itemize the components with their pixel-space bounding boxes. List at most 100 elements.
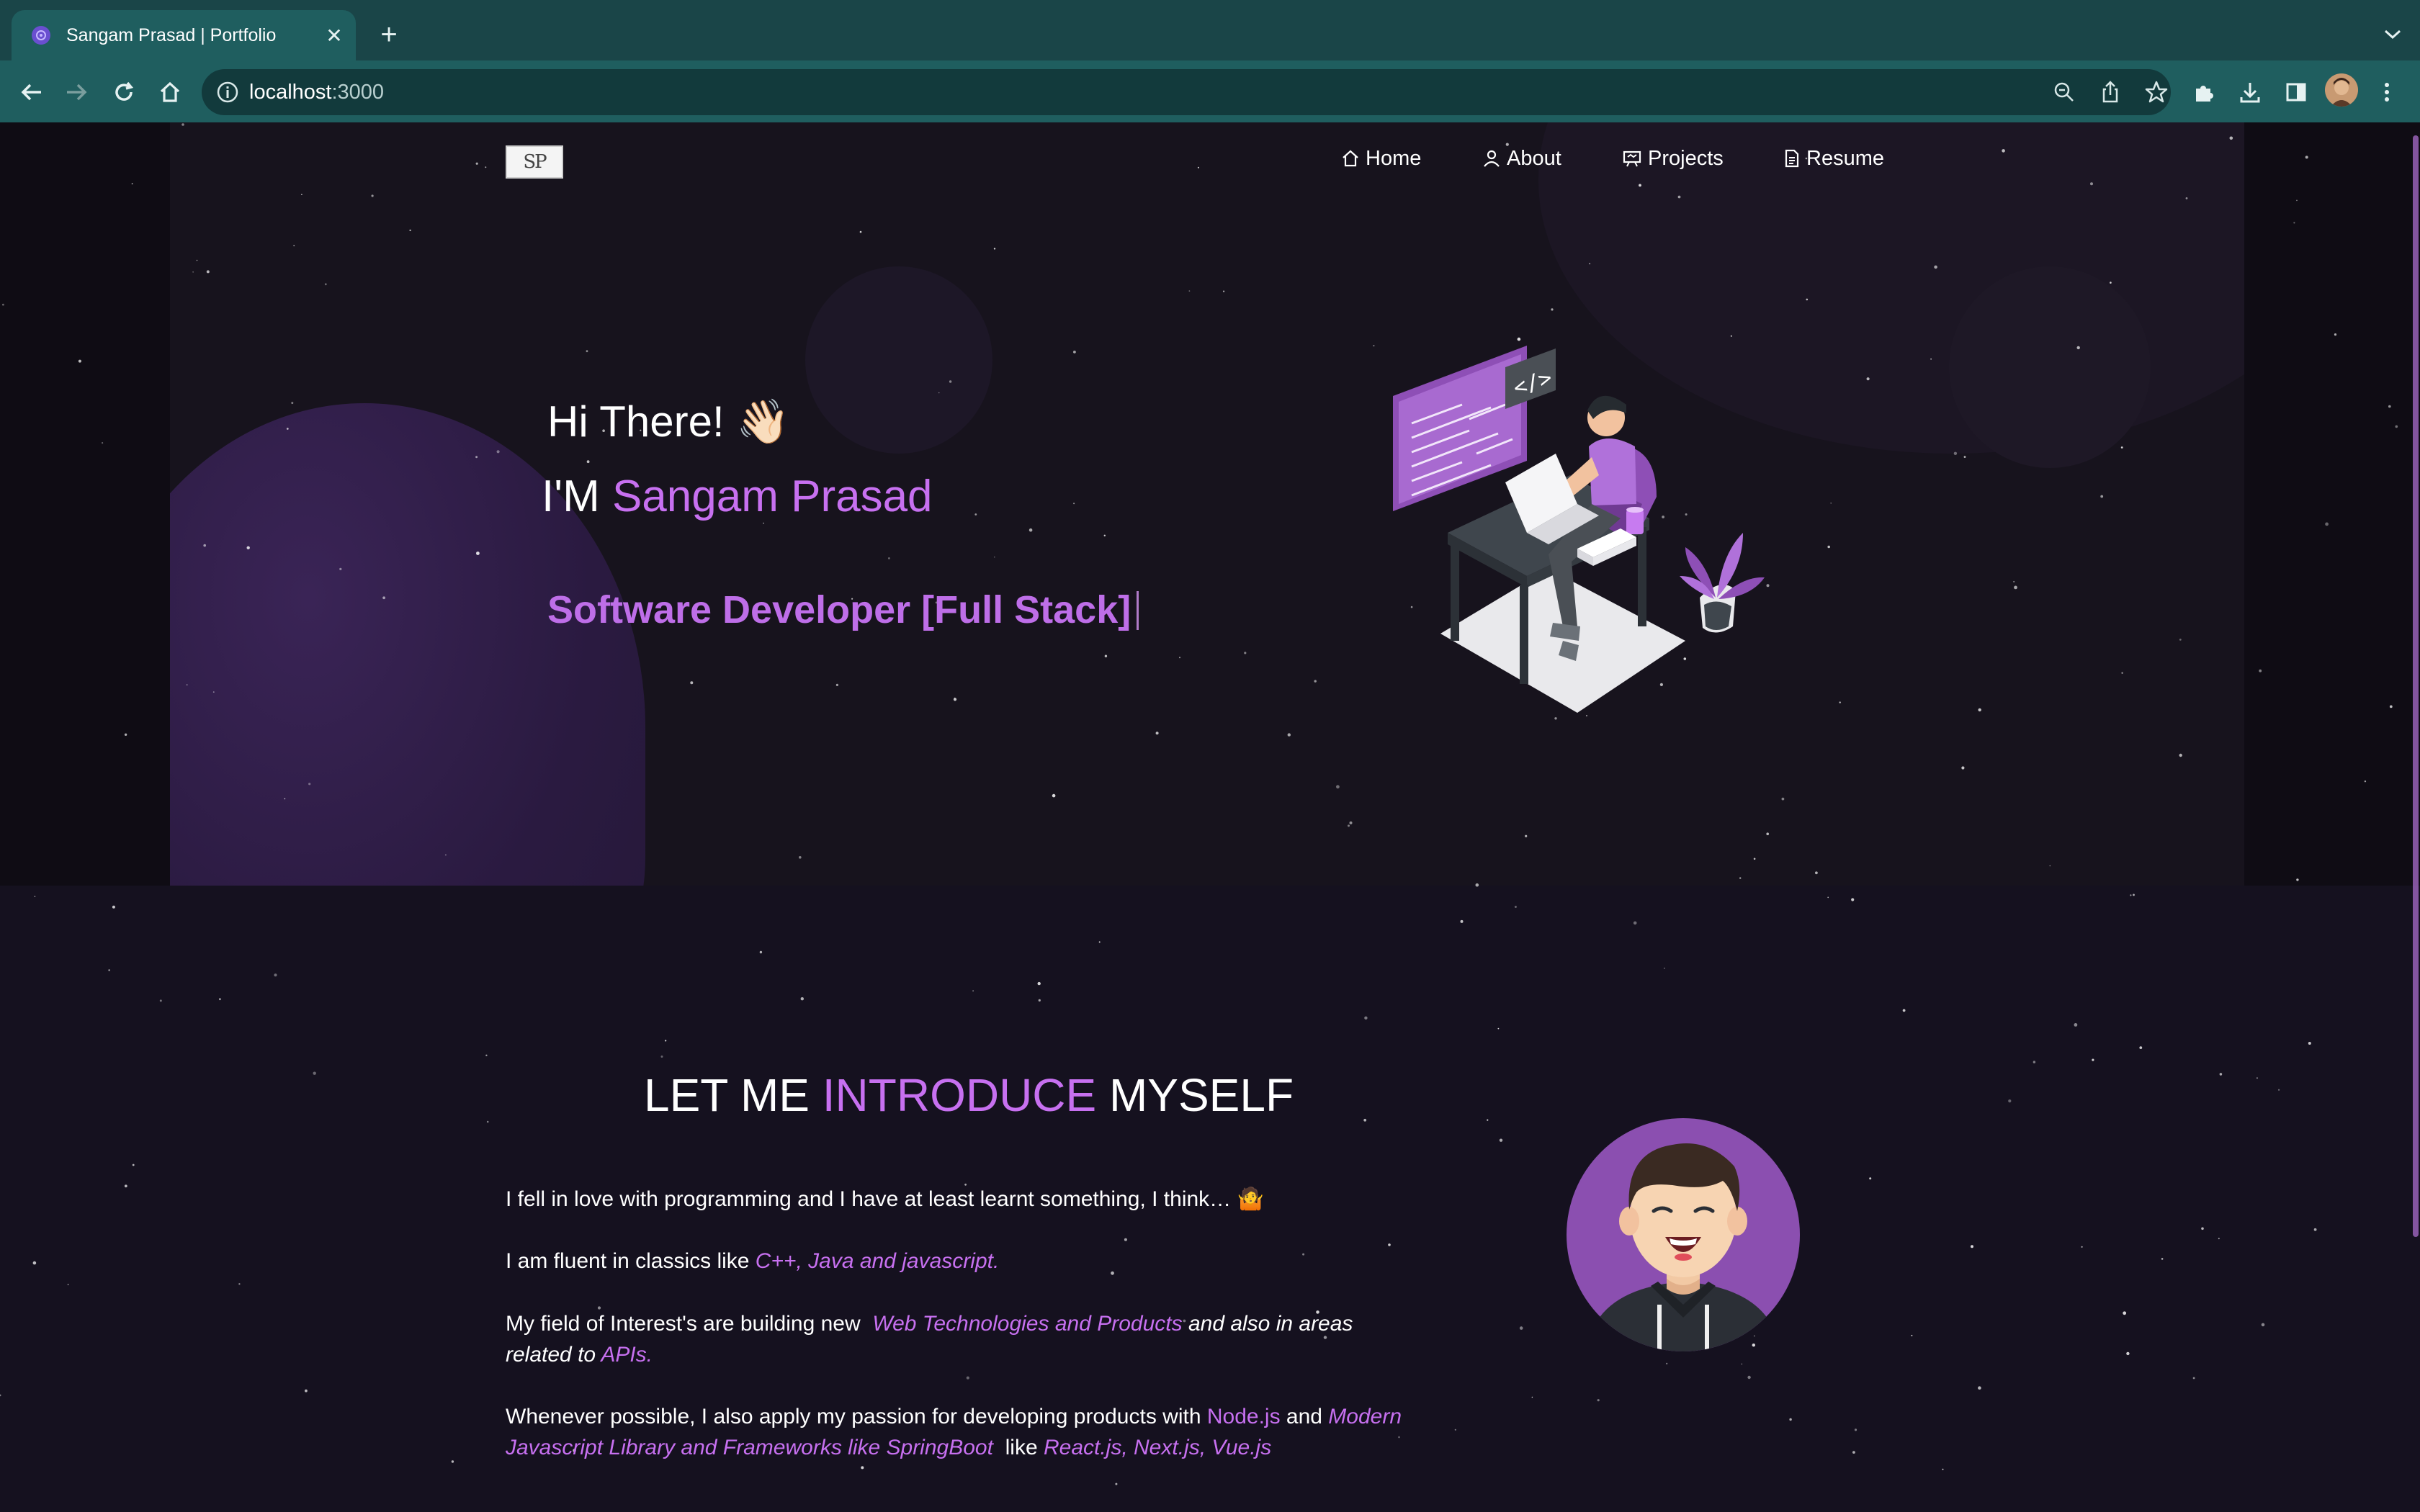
star-dot	[1499, 1138, 1503, 1142]
browser-toolbar: localhost:3000	[0, 60, 2420, 122]
intro-paragraph-2: I am fluent in classics like C++, Java a…	[506, 1246, 1442, 1277]
star-dot	[1747, 1375, 1751, 1380]
p4-highlight-2: Modern	[1328, 1405, 1402, 1428]
menu-kebab-icon[interactable]	[2370, 75, 2404, 109]
star-dot	[1633, 921, 1637, 925]
typewriter-cursor	[1137, 591, 1139, 630]
star-dot	[485, 1054, 488, 1057]
star-dot	[2133, 894, 2135, 896]
address-bar[interactable]: localhost:3000	[202, 69, 2171, 115]
star-dot	[1971, 1245, 1973, 1248]
p4-text-b: and	[1280, 1405, 1329, 1428]
home-browser-icon[interactable]	[153, 75, 187, 109]
star-dot	[1741, 1363, 1743, 1365]
p2-highlight: C++, Java and javascript.	[755, 1249, 1000, 1273]
profile-avatar-illustration	[1567, 1118, 1800, 1351]
star-dot	[861, 1466, 864, 1470]
side-panel-icon[interactable]	[2279, 75, 2313, 109]
star-dot	[112, 905, 115, 909]
star-dot	[67, 1284, 69, 1286]
back-icon[interactable]	[14, 75, 49, 109]
star-dot	[1497, 1027, 1500, 1030]
nav-label: Resume	[1806, 146, 1884, 170]
star-dot	[32, 1261, 37, 1265]
star-dot	[1978, 1386, 1981, 1390]
star-dot	[665, 1040, 667, 1042]
star-dot	[1038, 999, 1041, 1002]
star-dot	[2261, 1323, 2265, 1327]
nav-resume[interactable]: Resume	[1783, 143, 1884, 174]
extensions-icon[interactable]	[2187, 75, 2221, 109]
star-dot	[2161, 1258, 2164, 1260]
role-text: Software Developer [Full Stack]	[547, 588, 1131, 631]
star-dot	[2192, 1377, 2195, 1380]
iam-prefix: I'M	[542, 472, 612, 521]
star-dot	[34, 896, 36, 897]
hero-section	[0, 122, 2420, 886]
star-dot	[2308, 1042, 2311, 1045]
star-dot	[1514, 906, 1517, 908]
tab-close-icon[interactable]: ✕	[320, 21, 349, 50]
bookmark-star-icon[interactable]	[2143, 79, 2169, 105]
developer-illustration: </>	[1393, 346, 1765, 713]
site-info-icon[interactable]	[215, 79, 241, 105]
star-dot	[305, 1389, 308, 1392]
tab-title: Sangam Prasad | Portfolio	[66, 24, 277, 45]
browser-tab[interactable]: Sangam Prasad | Portfolio ✕	[12, 10, 356, 60]
profile-avatar[interactable]	[2325, 73, 2358, 107]
wave-emoji: 👋🏻	[736, 397, 791, 446]
hero-container	[170, 122, 2244, 886]
star-dot	[1852, 1451, 1855, 1454]
star-dot	[2092, 1058, 2094, 1061]
decor-blob	[805, 266, 992, 454]
p4-text-c: like	[992, 1436, 1044, 1459]
star-dot	[2130, 894, 2132, 896]
reload-icon[interactable]	[107, 75, 141, 109]
url-host: localhost	[249, 81, 332, 104]
star-dot	[2278, 1089, 2280, 1091]
nav-about[interactable]: About	[1482, 143, 1561, 174]
star-dot	[1854, 1428, 1857, 1431]
home-icon	[1343, 150, 1358, 167]
star-dot	[1364, 1016, 1368, 1020]
nav-projects[interactable]: Projects	[1622, 143, 1724, 174]
scrollbar-thumb[interactable]	[2413, 135, 2419, 1237]
star-dot	[1115, 1482, 1118, 1485]
p1-text: I fell in love with programming and I ha…	[506, 1187, 1264, 1211]
p3-text-a: My field of Interest's are building new	[506, 1312, 873, 1336]
p3-text-c: related to	[506, 1343, 601, 1367]
p3-highlight-2: APIs.	[601, 1343, 653, 1367]
site-logo[interactable]: SP	[506, 145, 563, 179]
star-dot	[1519, 1326, 1523, 1330]
projects-icon	[1623, 150, 1641, 167]
hero-name: Sangam Prasad	[611, 472, 933, 521]
tab-list-chevron-icon[interactable]	[2375, 17, 2410, 52]
hero-role-typewriter: Software Developer [Full Stack]	[547, 588, 1139, 632]
download-icon[interactable]	[2233, 75, 2267, 109]
forward-icon[interactable]	[59, 75, 94, 109]
star-dot	[660, 1056, 663, 1058]
star-dot	[2126, 1351, 2130, 1356]
nav-label: Home	[1366, 146, 1422, 170]
page-scrollbar[interactable]	[2411, 122, 2420, 1512]
decor-blob	[1949, 266, 2151, 468]
nav-home[interactable]: Home	[1341, 143, 1421, 174]
zoom-icon[interactable]	[2051, 79, 2077, 105]
intro-paragraph-3: My field of Interest's are building new …	[506, 1308, 1442, 1370]
intro-paragraph-4: Whenever possible, I also apply my passi…	[506, 1401, 1442, 1463]
browser-tab-bar: Sangam Prasad | Portfolio ✕ +	[0, 0, 2420, 60]
share-icon[interactable]	[2097, 79, 2123, 105]
star-dot	[219, 998, 221, 1001]
star-dot	[2074, 1023, 2078, 1027]
page-viewport: SP Home About Projects Resume Hi There! …	[0, 122, 2420, 1512]
new-tab-icon[interactable]: +	[372, 17, 406, 52]
star-dot	[2313, 1228, 2317, 1231]
document-icon	[1785, 149, 1799, 168]
star-dot	[2218, 1238, 2220, 1240]
star-dot	[159, 999, 162, 1002]
star-dot	[2256, 1077, 2258, 1079]
intro-title-b: MYSELF	[1096, 1069, 1294, 1121]
p2-text: I am fluent in classics like	[506, 1249, 756, 1273]
hero-greeting: Hi There! 👋🏻	[547, 396, 790, 447]
star-dot	[1942, 1468, 1944, 1470]
